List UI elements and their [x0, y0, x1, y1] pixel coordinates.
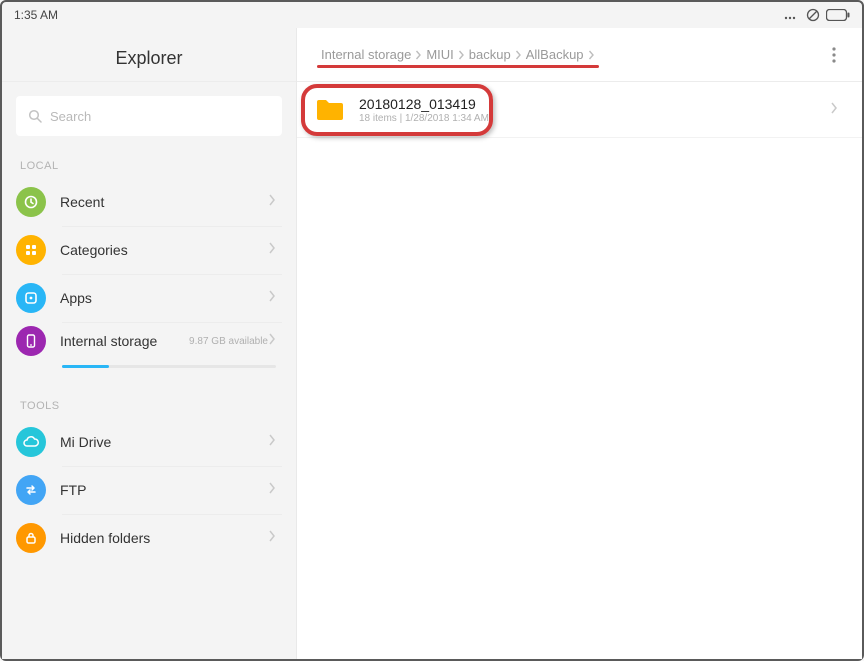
storage-progress [62, 365, 276, 368]
sidebar-item-recent[interactable]: Recent [2, 178, 296, 226]
grid-icon [16, 235, 46, 265]
sidebar-item-apps[interactable]: Apps [2, 274, 296, 322]
chevron-right-icon [588, 50, 595, 60]
chevron-right-icon [268, 241, 282, 259]
file-list[interactable]: 20180128_013419 18 items | 1/28/2018 1:3… [297, 82, 862, 659]
clock-icon [16, 187, 46, 217]
status-icons [784, 8, 850, 22]
search-placeholder: Search [50, 109, 91, 124]
battery-icon [826, 9, 850, 21]
status-bar: 1:35 AM [2, 2, 862, 28]
sidebar-item-label: Internal storage [60, 333, 187, 349]
dots-icon [784, 10, 800, 20]
chevron-right-icon [268, 193, 282, 211]
overflow-menu-button[interactable] [822, 43, 846, 67]
chevron-right-icon [268, 529, 282, 547]
chevron-right-icon [830, 101, 844, 119]
sidebar-item-hidden-folders[interactable]: Hidden folders [2, 514, 296, 562]
sidebar-item-label: Mi Drive [60, 434, 268, 450]
chevron-right-icon [268, 332, 282, 350]
cloud-icon [16, 427, 46, 457]
chevron-right-icon [458, 50, 465, 60]
breadcrumb-crumb[interactable]: Internal storage [321, 47, 411, 62]
sidebar-item-label: Categories [60, 242, 268, 258]
chevron-right-icon [415, 50, 422, 60]
sidebar-item-label: FTP [60, 482, 268, 498]
sidebar-item-label: Apps [60, 290, 268, 306]
breadcrumb-crumb[interactable]: MIUI [426, 47, 453, 62]
lock-icon [16, 523, 46, 553]
apps-icon [16, 283, 46, 313]
kebab-icon [832, 47, 836, 63]
app-title: Explorer [2, 36, 296, 82]
file-name: 20180128_013419 [359, 96, 830, 112]
breadcrumb-crumb[interactable]: backup [469, 47, 511, 62]
sidebar-item-internal-storage[interactable]: Internal storage 9.87 GB available [2, 322, 296, 370]
sidebar-item-categories[interactable]: Categories [2, 226, 296, 274]
chevron-right-icon [515, 50, 522, 60]
chevron-right-icon [268, 433, 282, 451]
sidebar-item-ftp[interactable]: FTP [2, 466, 296, 514]
mute-icon [806, 8, 820, 22]
file-meta: 18 items | 1/28/2018 1:34 AM [359, 113, 830, 124]
search-icon [28, 109, 42, 123]
folder-icon [315, 98, 345, 122]
sidebar: Explorer Search LOCAL Recent Categories [2, 28, 297, 659]
phone-icon [16, 326, 46, 356]
clock-text: 1:35 AM [14, 8, 58, 22]
transfer-icon [16, 475, 46, 505]
storage-available-text: 9.87 GB available [189, 336, 268, 347]
section-header-local: LOCAL [2, 152, 296, 178]
annotation-underline [317, 65, 599, 68]
breadcrumb[interactable]: Internal storage MIUI backup AllBackup [321, 47, 595, 62]
chevron-right-icon [268, 481, 282, 499]
sidebar-item-mi-drive[interactable]: Mi Drive [2, 418, 296, 466]
breadcrumb-crumb[interactable]: AllBackup [526, 47, 584, 62]
breadcrumb-bar: Internal storage MIUI backup AllBackup [297, 28, 862, 82]
sidebar-item-label: Recent [60, 194, 268, 210]
list-item[interactable]: 20180128_013419 18 items | 1/28/2018 1:3… [297, 82, 862, 138]
sidebar-item-label: Hidden folders [60, 530, 268, 546]
main-pane: Internal storage MIUI backup AllBackup [297, 28, 862, 659]
section-header-tools: TOOLS [2, 392, 296, 418]
chevron-right-icon [268, 289, 282, 307]
search-input[interactable]: Search [16, 96, 282, 136]
